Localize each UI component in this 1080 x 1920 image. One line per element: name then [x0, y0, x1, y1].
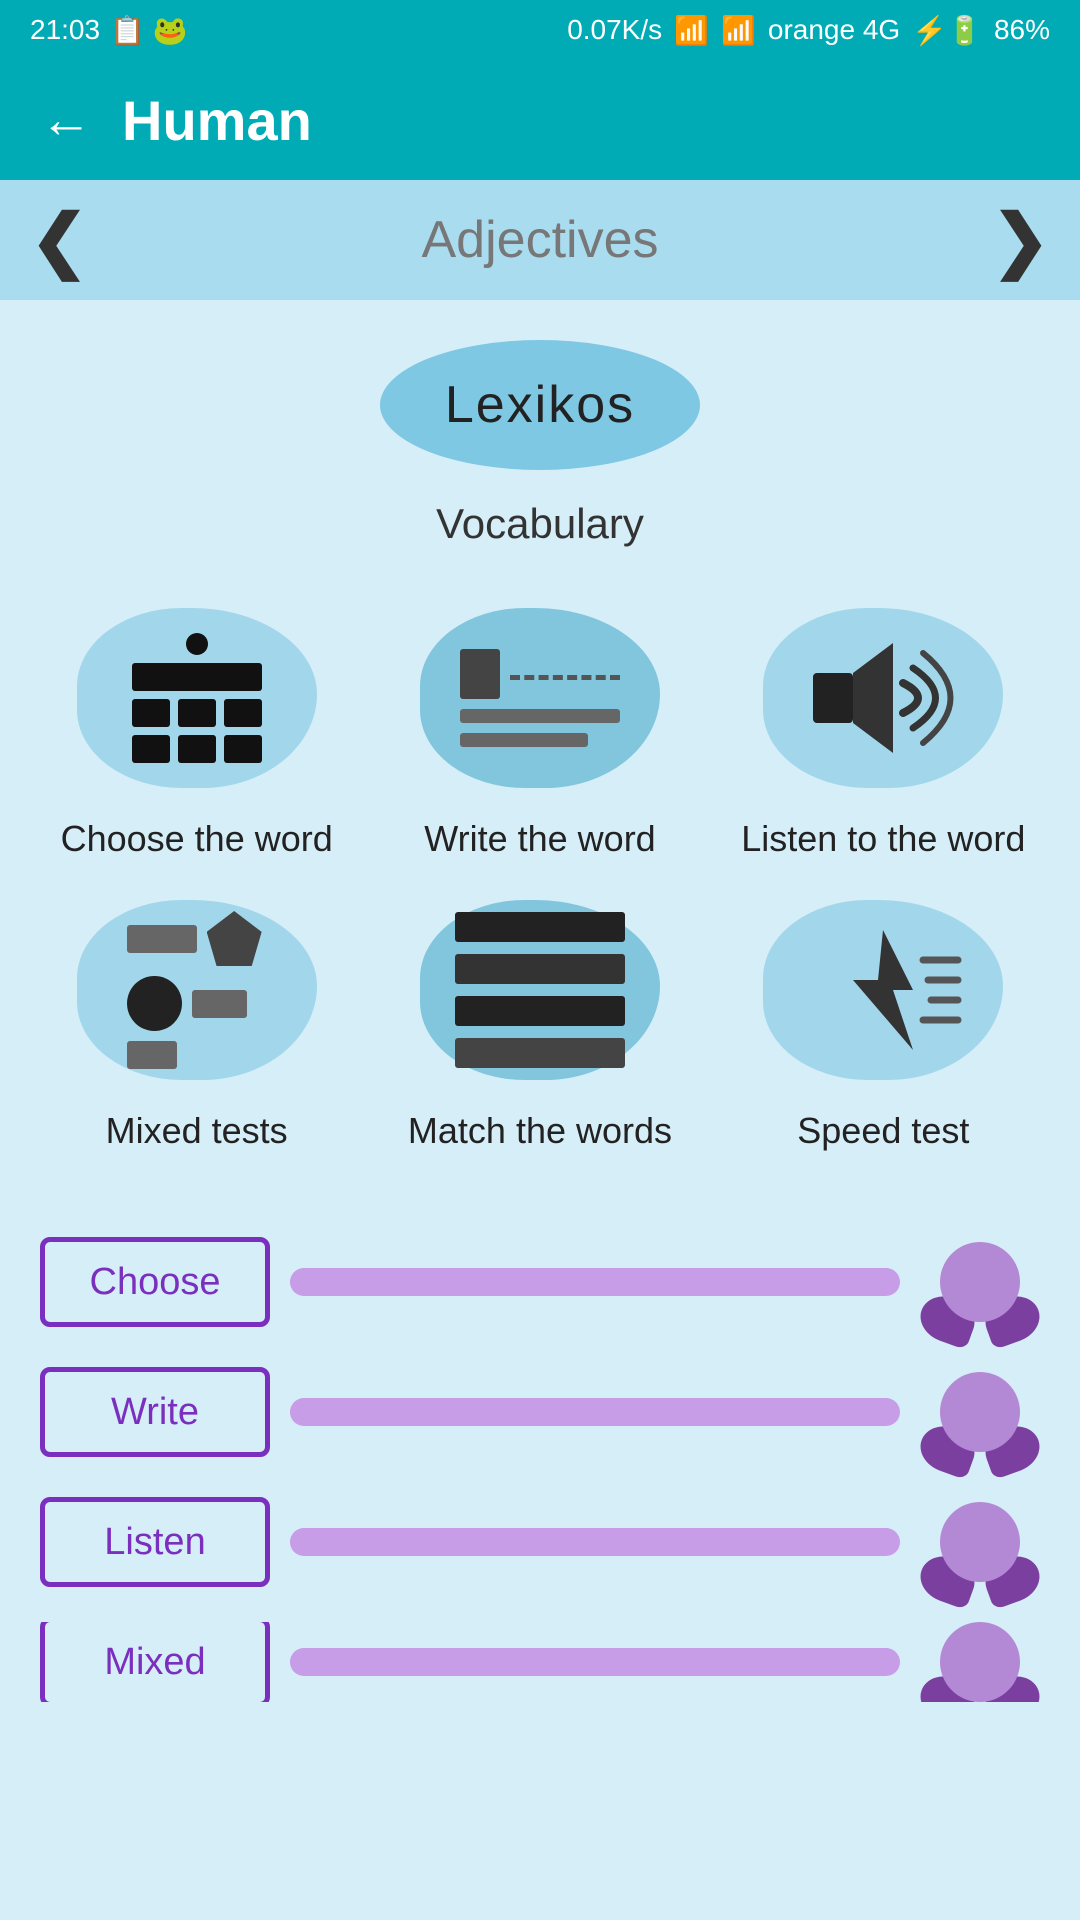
activity-mixed-tests[interactable]: Mixed tests [40, 890, 353, 1152]
badge-circle [940, 1372, 1020, 1452]
lexikos-badge: Lexikos [380, 340, 700, 470]
header: ← Human [0, 60, 1080, 180]
carrier: orange 4G [768, 14, 900, 46]
write-icon-container [420, 598, 660, 798]
listen-progress-button[interactable]: Listen [40, 1497, 270, 1587]
category-nav: ❮ Adjectives ❯ [0, 180, 1080, 300]
activities-grid: Choose the word Write the word [40, 598, 1040, 1152]
match-the-words-label: Match the words [408, 1110, 672, 1152]
wifi-icon: 📶 [674, 14, 709, 47]
header-title: Human [122, 88, 312, 153]
battery-icon: ⚡🔋 [912, 14, 982, 47]
prev-category-button[interactable]: ❮ [30, 199, 89, 281]
choose-the-word-label: Choose the word [61, 818, 333, 860]
activity-match-the-words[interactable]: Match the words [383, 890, 696, 1152]
vocabulary-section: Lexikos Vocabulary [40, 340, 1040, 548]
activity-write-the-word[interactable]: Write the word [383, 598, 696, 860]
match-icon [455, 912, 625, 1068]
write-progress-badge [920, 1352, 1040, 1472]
choose-icon-container [77, 598, 317, 798]
speed-svg [803, 920, 963, 1060]
activity-choose-the-word[interactable]: Choose the word [40, 598, 353, 860]
listen-icon-container [763, 598, 1003, 798]
progress-row-write: Write [40, 1362, 1040, 1462]
progress-row-mixed: Mixed [40, 1622, 1040, 1702]
listen-progress-bar-container [290, 1528, 900, 1556]
status-bar: 21:03 📋 🐸 0.07K/s 📶 📶 orange 4G ⚡🔋 86% [0, 0, 1080, 60]
mixed-progress-bar-container [290, 1648, 900, 1676]
badge-circle [940, 1502, 1020, 1582]
speed-icon-container [763, 890, 1003, 1090]
speaker-svg [803, 628, 963, 768]
choose-progress-bar-fill [290, 1268, 839, 1296]
speed-test-label: Speed test [797, 1110, 969, 1152]
write-the-word-label: Write the word [424, 818, 655, 860]
battery-percent: 86% [994, 14, 1050, 46]
write-progress-button[interactable]: Write [40, 1367, 270, 1457]
mixed-tests-label: Mixed tests [106, 1110, 288, 1152]
progress-row-listen: Listen [40, 1492, 1040, 1592]
back-button[interactable]: ← [40, 90, 92, 150]
choose-progress-button[interactable]: Choose [40, 1237, 270, 1327]
network-speed: 0.07K/s [567, 14, 662, 46]
write-icon [460, 649, 620, 747]
mixed-progress-bar-fill [290, 1648, 839, 1676]
main-content: Lexikos Vocabulary [0, 300, 1080, 1742]
category-name: Adjectives [422, 210, 659, 270]
listen-icon [803, 628, 963, 768]
listen-to-the-word-label: Listen to the word [741, 818, 1025, 860]
speed-icon [803, 920, 963, 1060]
listen-progress-badge [920, 1482, 1040, 1602]
signal-icon: 📶 [721, 14, 756, 47]
badge-circle [940, 1242, 1020, 1322]
match-icon-container [420, 890, 660, 1090]
badge-circle [940, 1622, 1020, 1702]
write-progress-bar-container [290, 1398, 900, 1426]
choose-icon [132, 633, 262, 763]
mixed-progress-badge [920, 1622, 1040, 1702]
app-icons: 📋 🐸 [110, 14, 188, 47]
lexikos-logo: Lexikos [445, 375, 635, 435]
activity-listen-to-the-word[interactable]: Listen to the word [727, 598, 1040, 860]
mixed-progress-button[interactable]: Mixed [40, 1622, 270, 1702]
listen-progress-bar-fill [290, 1528, 839, 1556]
vocabulary-label: Vocabulary [436, 500, 644, 548]
activity-speed-test[interactable]: Speed test [727, 890, 1040, 1152]
time: 21:03 [30, 14, 100, 46]
progress-section: Choose Write [40, 1212, 1040, 1702]
choose-progress-bar-container [290, 1268, 900, 1296]
progress-row-choose: Choose [40, 1232, 1040, 1332]
write-progress-bar-fill [290, 1398, 839, 1426]
choose-progress-badge [920, 1222, 1040, 1342]
mixed-icon [127, 911, 267, 1069]
next-category-button[interactable]: ❯ [991, 199, 1050, 281]
mixed-icon-container [77, 890, 317, 1090]
